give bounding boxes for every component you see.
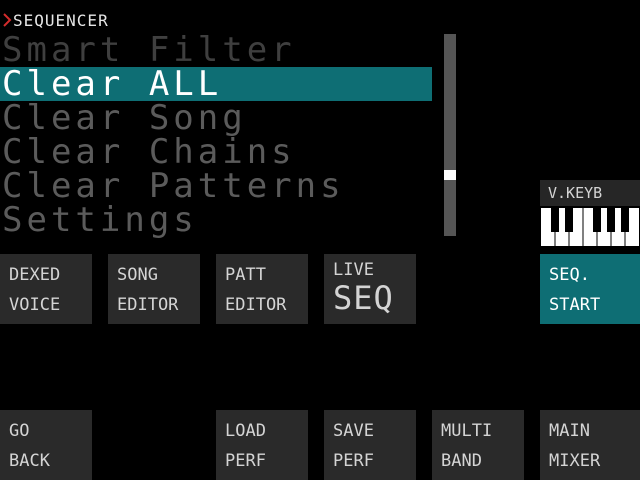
sequencer-menu: Smart Filter Clear ALL Clear Song Clear …	[0, 33, 432, 237]
screen-title: SEQUENCER	[13, 10, 109, 30]
dexed-voice-button[interactable]: DEXED VOICE	[0, 254, 92, 324]
button-line-2: BAND	[441, 451, 482, 471]
button-line-1: SEQ.	[549, 265, 590, 285]
menu-item-settings[interactable]: Settings	[0, 203, 432, 237]
live-seq-button[interactable]: LIVE SEQ	[324, 254, 416, 324]
button-line-2: EDITOR	[225, 295, 287, 315]
button-line-1: LOAD	[225, 421, 266, 441]
button-line-1: GO	[9, 421, 30, 441]
song-editor-button[interactable]: SONG EDITOR	[108, 254, 200, 324]
button-line-1: DEXED	[9, 265, 61, 285]
save-perf-button[interactable]: SAVE PERF	[324, 410, 416, 480]
button-line-1: PATT	[225, 265, 266, 285]
vkeyb-label: V.KEYB	[540, 180, 640, 206]
seq-start-button[interactable]: SEQ. START	[540, 254, 640, 324]
chevron-right-icon	[3, 13, 12, 27]
main-mixer-button[interactable]: MAIN MIXER	[540, 410, 640, 480]
scrollbar-thumb[interactable]	[444, 170, 456, 180]
menu-item-clear-patterns[interactable]: Clear Patterns	[0, 169, 432, 203]
menu-item-smart-filter[interactable]: Smart Filter	[0, 33, 432, 67]
button-line-2: PERF	[333, 451, 374, 471]
button-line-1: SAVE	[333, 421, 374, 441]
button-line-1: MULTI	[441, 421, 493, 441]
button-line-2: START	[549, 295, 601, 315]
button-line-1: MAIN	[549, 421, 590, 441]
menu-scrollbar[interactable]	[444, 34, 456, 236]
button-line-2: BACK	[9, 451, 50, 471]
virtual-keyboard-button[interactable]: V.KEYB	[540, 180, 640, 248]
multi-band-button[interactable]: MULTI BAND	[432, 410, 524, 480]
load-perf-button[interactable]: LOAD PERF	[216, 410, 308, 480]
menu-item-clear-song[interactable]: Clear Song	[0, 101, 432, 135]
go-back-button[interactable]: GO BACK	[0, 410, 92, 480]
screen-header: SEQUENCER	[0, 10, 109, 30]
patt-editor-button[interactable]: PATT EDITOR	[216, 254, 308, 324]
button-line-2-large: SEQ	[333, 279, 394, 317]
button-line-2: MIXER	[549, 451, 601, 471]
button-line-2: VOICE	[9, 295, 61, 315]
button-line-2: EDITOR	[117, 295, 179, 315]
menu-item-clear-chains[interactable]: Clear Chains	[0, 135, 432, 169]
button-line-2: PERF	[225, 451, 266, 471]
button-line-1: SONG	[117, 265, 158, 285]
piano-keyboard-icon	[541, 208, 639, 246]
menu-item-clear-all[interactable]: Clear ALL	[0, 67, 432, 101]
